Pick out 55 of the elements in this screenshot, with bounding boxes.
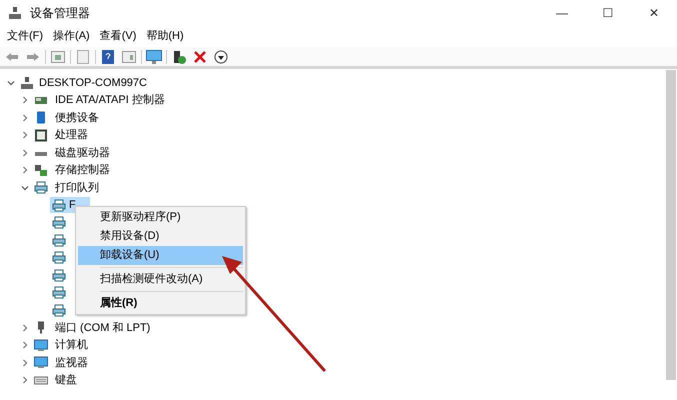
help-icon[interactable] — [99, 48, 117, 66]
tree-item[interactable]: 便携设备 — [55, 110, 99, 126]
printer-icon — [52, 304, 66, 317]
app-icon — [8, 6, 22, 20]
tree-item[interactable]: 磁盘驱动器 — [55, 144, 110, 161]
monitor-icon — [34, 356, 48, 370]
minimize-button[interactable]: — — [539, 0, 585, 25]
tree-item[interactable]: IDE ATA/ATAPI 控制器 — [55, 92, 165, 108]
printer-icon — [52, 198, 66, 212]
menu-item[interactable]: 查看(V) — [94, 28, 142, 44]
chevron-right-icon[interactable] — [21, 131, 29, 140]
maximize-button[interactable]: ☐ — [585, 0, 631, 25]
chevron-right-icon[interactable] — [21, 324, 29, 332]
download-icon[interactable] — [212, 48, 230, 66]
menu-item[interactable]: 帮助(H) — [141, 28, 189, 44]
tree-item[interactable]: 存储控制器 — [55, 162, 110, 178]
printer-icon — [52, 286, 66, 300]
menu-item[interactable]: 文件(F) — [2, 28, 48, 44]
menu-option[interactable]: 禁用设备(D) — [78, 227, 243, 246]
printer-icon — [52, 234, 66, 247]
tree-item[interactable]: 处理器 — [55, 127, 88, 144]
storage-icon — [34, 164, 48, 177]
chip-icon — [34, 128, 48, 142]
menu-item[interactable]: 操作(A) — [48, 28, 95, 44]
monitor-icon — [34, 338, 48, 352]
computer-icon — [20, 76, 34, 90]
chevron-right-icon[interactable] — [21, 358, 29, 367]
close-button[interactable]: ✕ — [631, 0, 677, 25]
scrollbar[interactable] — [666, 70, 676, 380]
chevron-down-icon[interactable] — [21, 184, 29, 192]
chevron-right-icon[interactable] — [21, 341, 29, 350]
printer-icon — [52, 251, 66, 264]
keyboard-icon — [34, 374, 48, 387]
tree-item[interactable]: 打印队列 — [55, 180, 99, 196]
printer-icon — [52, 216, 66, 230]
tree-item[interactable]: 监视器 — [55, 354, 88, 371]
printer-icon — [34, 181, 48, 194]
tree-item[interactable]: 计算机 — [55, 337, 88, 354]
tree-item[interactable]: 端口 (COM 和 LPT) — [55, 320, 150, 336]
menu-option[interactable]: 扫描检测硬件改动(A) — [78, 270, 243, 289]
chevron-right-icon[interactable] — [21, 96, 29, 104]
menu-option[interactable]: 卸载设备(U) — [78, 246, 243, 265]
tree-item[interactable]: 键盘 — [55, 372, 77, 388]
chevron-right-icon[interactable] — [21, 114, 29, 122]
menu-option[interactable]: 属性(R) — [78, 294, 243, 313]
device-icon — [34, 111, 48, 124]
printer-icon — [52, 268, 66, 282]
chevron-right-icon[interactable] — [21, 148, 29, 157]
chevron-right-icon[interactable] — [21, 166, 29, 174]
chevron-right-icon[interactable] — [21, 376, 29, 384]
tree-item[interactable]: DESKTOP-COM997C — [39, 74, 147, 91]
tree-item[interactable]: F — [69, 197, 76, 214]
chevron-down-icon[interactable] — [7, 78, 15, 87]
monitor-icon[interactable] — [145, 48, 163, 66]
window-title: 设备管理器 — [30, 4, 90, 22]
